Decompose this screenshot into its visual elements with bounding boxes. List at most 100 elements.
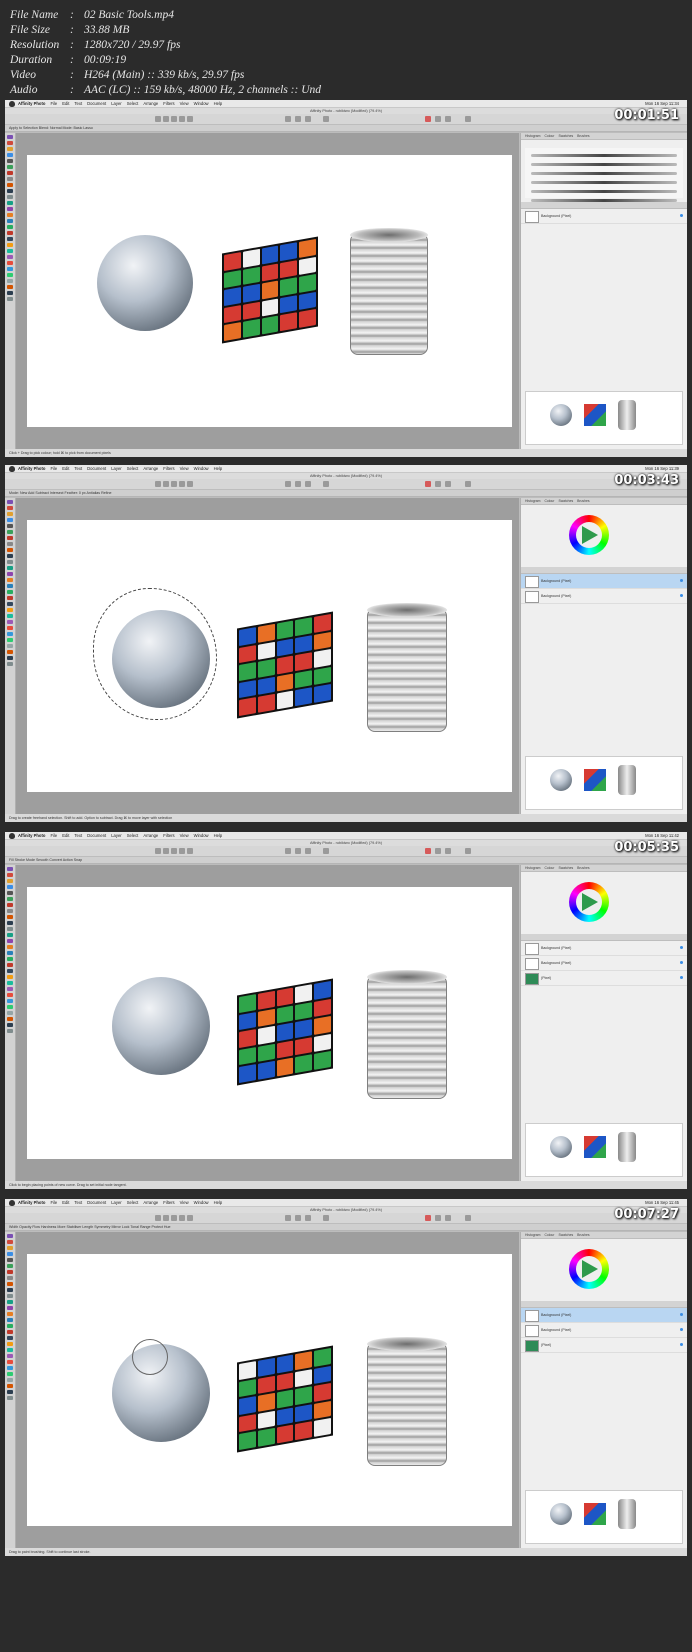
- tool-icon[interactable]: [7, 255, 13, 259]
- toolbar-button[interactable]: [285, 1215, 291, 1221]
- menu-item-filters[interactable]: Filters: [163, 100, 174, 107]
- tool-icon[interactable]: [7, 207, 13, 211]
- toolbar-button[interactable]: [163, 1215, 169, 1221]
- menu-item-filters[interactable]: Filters: [163, 832, 174, 839]
- tool-icon[interactable]: [7, 1017, 13, 1021]
- tool-icon[interactable]: [7, 650, 13, 654]
- layer-row[interactable]: Background (Pixel): [521, 956, 687, 971]
- tool-icon[interactable]: [7, 957, 13, 961]
- tool-icon[interactable]: [7, 1396, 13, 1400]
- apple-icon[interactable]: [9, 465, 15, 472]
- tab-swatches[interactable]: Swatches: [558, 134, 573, 138]
- visibility-toggle[interactable]: [680, 1343, 683, 1346]
- tab-brushes[interactable]: Brushes: [577, 866, 589, 870]
- tool-icon[interactable]: [7, 1005, 13, 1009]
- menu-item-view[interactable]: View: [180, 832, 189, 839]
- toolbar-button[interactable]: [187, 848, 193, 854]
- tool-icon[interactable]: [7, 237, 13, 241]
- menu-item-file[interactable]: File: [50, 832, 57, 839]
- menu-item-window[interactable]: Window: [194, 832, 209, 839]
- tool-icon[interactable]: [7, 147, 13, 151]
- toolbar-button[interactable]: [171, 481, 177, 487]
- tool-icon[interactable]: [7, 1372, 13, 1376]
- menu-item-layer[interactable]: Layer: [111, 465, 121, 472]
- tab-swatches[interactable]: Swatches: [558, 866, 573, 870]
- tool-icon[interactable]: [7, 1348, 13, 1352]
- tool-icon[interactable]: [7, 243, 13, 247]
- tool-icon[interactable]: [7, 590, 13, 594]
- canvas-area[interactable]: [16, 865, 519, 1181]
- tool-icon[interactable]: [7, 285, 13, 289]
- tool-icon[interactable]: [7, 213, 13, 217]
- menu-item-window[interactable]: Window: [194, 465, 209, 472]
- menu-item-edit[interactable]: Edit: [62, 100, 69, 107]
- tool-icon[interactable]: [7, 530, 13, 534]
- tool-icon[interactable]: [7, 1360, 13, 1364]
- tool-icon[interactable]: [7, 261, 13, 265]
- toolbar-button[interactable]: [465, 1215, 471, 1221]
- tool-icon[interactable]: [7, 171, 13, 175]
- toolbar-button[interactable]: [323, 481, 329, 487]
- layer-row[interactable]: (Pixel): [521, 1338, 687, 1353]
- canvas-area[interactable]: [16, 498, 519, 814]
- toolbar-button[interactable]: [295, 1215, 301, 1221]
- tool-icon[interactable]: [7, 1288, 13, 1292]
- toolbar-button[interactable]: [425, 481, 431, 487]
- tool-icon[interactable]: [7, 1246, 13, 1250]
- colour-wheel[interactable]: [569, 1249, 609, 1289]
- menu-item-view[interactable]: View: [180, 465, 189, 472]
- apple-icon[interactable]: [9, 1199, 15, 1206]
- brush-preset[interactable]: [531, 163, 677, 166]
- toolbar-button[interactable]: [163, 116, 169, 122]
- colour-wheel[interactable]: [569, 515, 609, 555]
- toolbar-button[interactable]: [155, 481, 161, 487]
- tool-icon[interactable]: [7, 969, 13, 973]
- tool-icon[interactable]: [7, 1234, 13, 1238]
- tool-icon[interactable]: [7, 500, 13, 504]
- toolbar-button[interactable]: [435, 481, 441, 487]
- tool-icon[interactable]: [7, 963, 13, 967]
- tool-icon[interactable]: [7, 939, 13, 943]
- menu-item-edit[interactable]: Edit: [62, 832, 69, 839]
- tab-colour[interactable]: Colour: [544, 499, 554, 503]
- menu-item-filters[interactable]: Filters: [163, 465, 174, 472]
- tool-icon[interactable]: [7, 644, 13, 648]
- tool-icon[interactable]: [7, 945, 13, 949]
- toolbar-button[interactable]: [435, 1215, 441, 1221]
- toolbar-button[interactable]: [305, 481, 311, 487]
- menu-item-select[interactable]: Select: [127, 100, 139, 107]
- visibility-toggle[interactable]: [680, 1313, 683, 1316]
- tool-icon[interactable]: [7, 554, 13, 558]
- tool-icon[interactable]: [7, 987, 13, 991]
- tool-icon[interactable]: [7, 915, 13, 919]
- toolbar-button[interactable]: [163, 848, 169, 854]
- toolbar-button[interactable]: [171, 116, 177, 122]
- colour-triangle[interactable]: [582, 893, 598, 911]
- menu-item-layer[interactable]: Layer: [111, 832, 121, 839]
- tab-swatches[interactable]: Swatches: [558, 1233, 573, 1237]
- tool-icon[interactable]: [7, 981, 13, 985]
- colour-triangle[interactable]: [582, 526, 598, 544]
- tab-histogram[interactable]: Histogram: [525, 1233, 540, 1237]
- menu-item-document[interactable]: Document: [87, 465, 106, 472]
- toolbar-button[interactable]: [323, 116, 329, 122]
- toolbar-button[interactable]: [425, 848, 431, 854]
- tool-icon[interactable]: [7, 1330, 13, 1334]
- toolbar-button[interactable]: [425, 1215, 431, 1221]
- tool-icon[interactable]: [7, 273, 13, 277]
- tool-icon[interactable]: [7, 614, 13, 618]
- tool-icon[interactable]: [7, 1378, 13, 1382]
- toolbar-button[interactable]: [179, 481, 185, 487]
- navigator-preview[interactable]: [525, 1490, 683, 1544]
- tool-icon[interactable]: [7, 1011, 13, 1015]
- tool-icon[interactable]: [7, 903, 13, 907]
- tool-icon[interactable]: [7, 626, 13, 630]
- toolbar-button[interactable]: [425, 116, 431, 122]
- tool-icon[interactable]: [7, 927, 13, 931]
- document-canvas[interactable]: [27, 1254, 512, 1526]
- menu-item-arrange[interactable]: Arrange: [143, 1199, 158, 1206]
- tool-icon[interactable]: [7, 1336, 13, 1340]
- navigator-preview[interactable]: [525, 1123, 683, 1177]
- tool-icon[interactable]: [7, 975, 13, 979]
- menu-item-arrange[interactable]: Arrange: [143, 832, 158, 839]
